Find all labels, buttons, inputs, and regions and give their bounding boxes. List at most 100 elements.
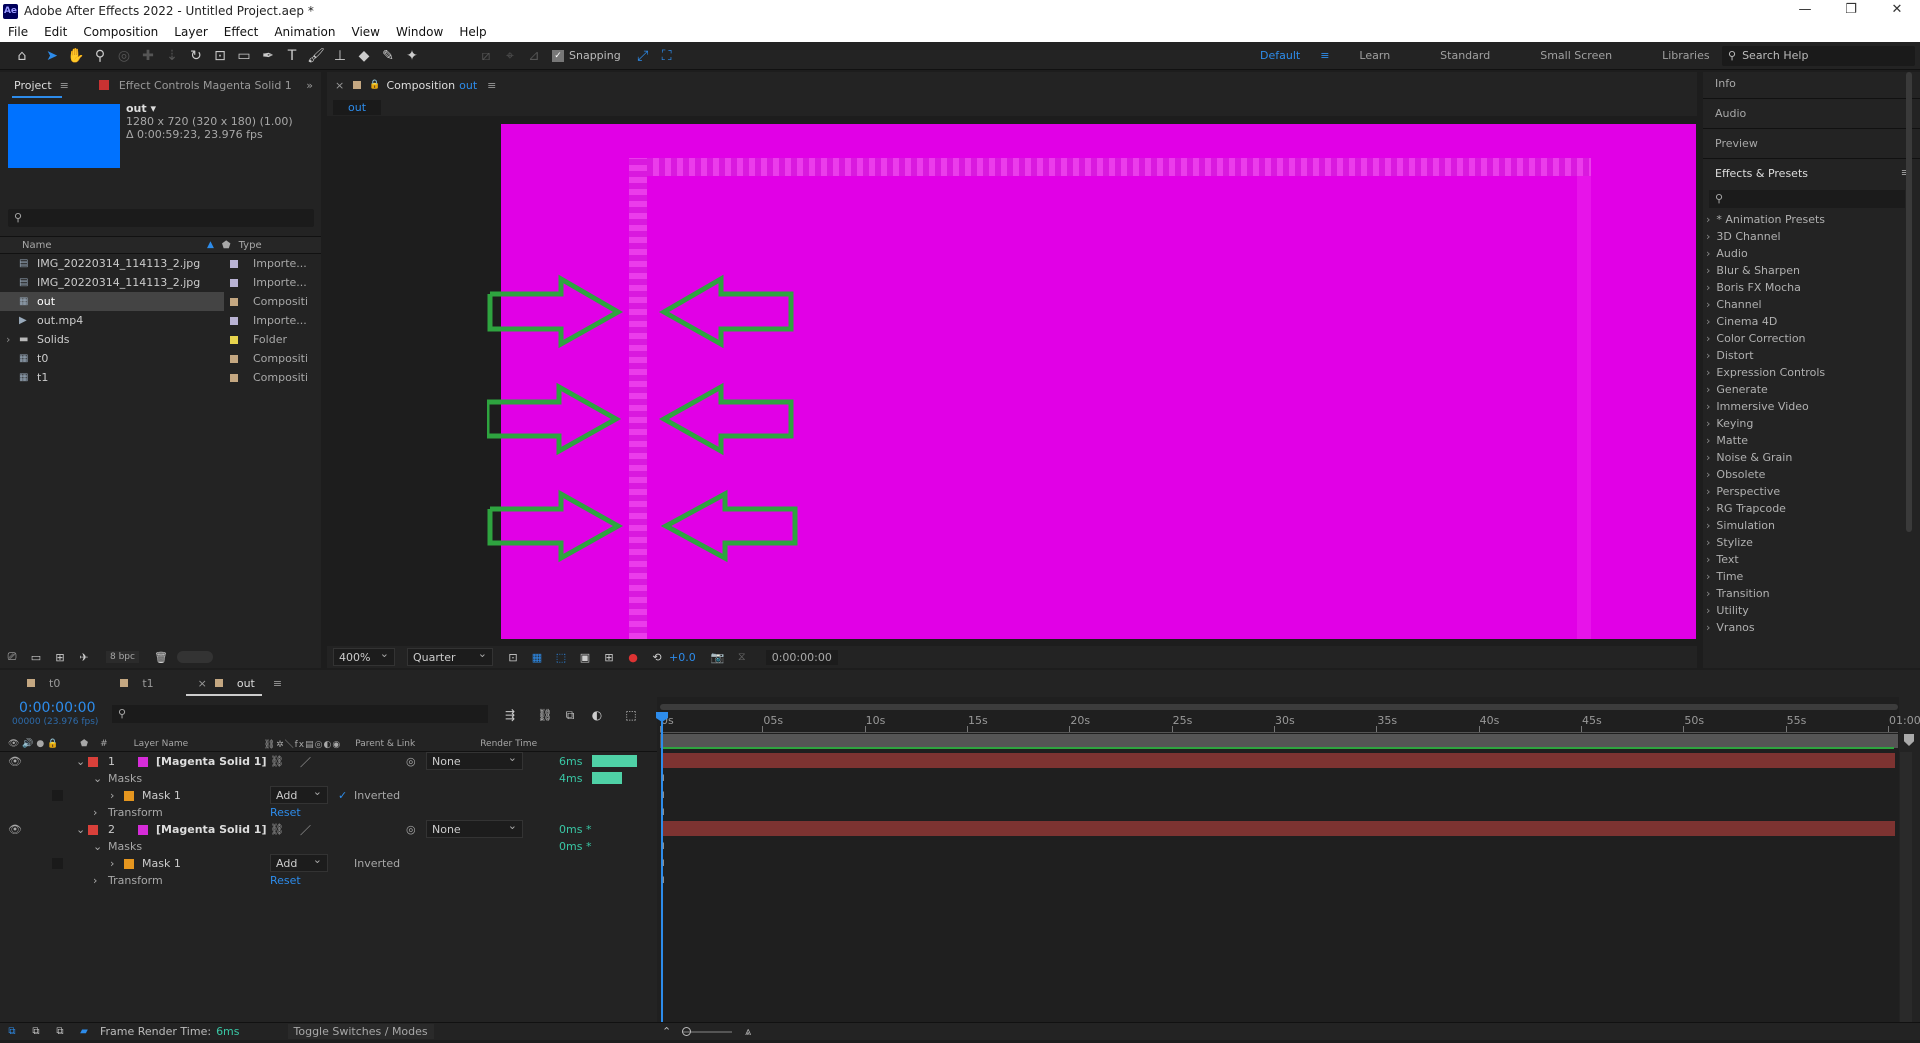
expand-icon[interactable]: › [6, 333, 10, 346]
preview-panel-tab[interactable]: Preview [1715, 137, 1758, 150]
expand-modes-icon[interactable]: ⧉ [24, 1021, 48, 1043]
type-tool-icon[interactable]: T [280, 45, 304, 67]
eye-icon[interactable]: 👁 [8, 823, 22, 836]
work-area-bar[interactable] [660, 704, 1898, 710]
project-item-label[interactable] [230, 354, 238, 363]
panel-overflow-icon[interactable]: » [306, 79, 313, 92]
project-item-label[interactable] [230, 335, 238, 344]
menu-effect[interactable]: Effect [216, 25, 267, 39]
project-item-label[interactable] [230, 259, 238, 268]
audio-panel-tab[interactable]: Audio [1715, 107, 1746, 120]
panel-menu-icon[interactable]: ≡ [487, 79, 496, 92]
toggle-switches-modes[interactable]: Toggle Switches / Modes [287, 1024, 434, 1039]
inverted-checkbox[interactable] [338, 859, 348, 869]
project-item[interactable]: ▶ out.mp4 Importe...E [0, 311, 321, 330]
clone-stamp-tool-icon[interactable]: ⊥ [328, 45, 352, 67]
expand-layer-switches-icon[interactable]: ⧉ [0, 1021, 24, 1043]
home-icon[interactable]: ⌂ [10, 45, 34, 67]
effects-category[interactable]: Boris FX Mocha [1706, 281, 1800, 298]
mask-mode-dropdown[interactable]: Add [270, 785, 328, 804]
roto-brush-tool-icon[interactable]: ✎ [376, 45, 400, 67]
project-item-label[interactable] [230, 373, 238, 382]
menu-file[interactable]: File [0, 25, 36, 39]
mask-lock-box[interactable] [52, 858, 63, 869]
column-parent-link[interactable]: Parent & Link [355, 739, 480, 749]
tab-project[interactable]: Project [14, 79, 52, 92]
effects-category[interactable]: Audio [1706, 247, 1747, 264]
composition-mini-flowchart-icon[interactable]: ⇶ [498, 704, 522, 726]
timeline-tab-t0[interactable]: t0 [49, 677, 60, 690]
project-item-label[interactable] [230, 278, 238, 287]
workspace-small-screen[interactable]: Small Screen [1530, 49, 1622, 62]
timeline-tab-out[interactable]: out [237, 677, 255, 690]
quality-switch-icon[interactable]: ／ [300, 822, 311, 838]
effects-category[interactable]: Obsolete [1706, 468, 1765, 485]
expand-icon[interactable]: › [93, 806, 97, 819]
column-layer-name[interactable]: Layer Name [134, 739, 264, 749]
project-item[interactable]: ▦ t0 Compositi [0, 349, 321, 368]
pickwhip-icon[interactable]: ◎ [406, 755, 416, 768]
snapping-checkbox[interactable]: ✓ [552, 49, 564, 62]
menu-edit[interactable]: Edit [36, 25, 75, 39]
parent-dropdown[interactable]: None [426, 819, 523, 838]
tab-effect-controls[interactable]: Effect Controls Magenta Solid 1 [119, 79, 292, 92]
mask-visibility-icon[interactable]: ⬚ [549, 646, 573, 668]
project-item[interactable]: ▦ t1 Compositi [0, 368, 321, 387]
graph-editor-icon[interactable]: ⬚ [619, 704, 643, 726]
restore-button[interactable]: ❐ [1828, 0, 1874, 22]
frame-blending-icon[interactable]: ◐ [585, 704, 609, 726]
effects-category[interactable]: 3D Channel [1706, 230, 1780, 247]
selected-item-name[interactable]: out ▾ [126, 102, 293, 115]
menu-window[interactable]: Window [388, 25, 451, 39]
menu-layer[interactable]: Layer [166, 25, 215, 39]
effects-category[interactable]: Cinema 4D [1706, 315, 1777, 332]
grid-guides-icon[interactable]: ⊞ [597, 646, 621, 668]
mask-color-swatch[interactable] [124, 858, 134, 869]
collapse-icon[interactable]: ⌄ [76, 823, 85, 836]
effects-category[interactable]: Noise & Grain [1706, 451, 1792, 468]
workspace-libraries[interactable]: Libraries [1652, 49, 1720, 62]
exposure-value[interactable]: +0.0 [669, 651, 696, 664]
column-render-time[interactable]: Render Time [480, 739, 537, 749]
effects-category[interactable]: Stylize [1706, 536, 1752, 553]
layer-name[interactable]: [Magenta Solid 1] [156, 755, 266, 768]
expand-icon[interactable]: › [93, 874, 97, 887]
composition-tab-prefix[interactable]: Composition [386, 79, 455, 92]
eraser-tool-icon[interactable]: ◆ [352, 45, 376, 67]
close-tab-icon[interactable]: × [335, 79, 344, 92]
rotate-tool-icon[interactable]: ↻ [184, 45, 208, 67]
effects-category[interactable]: Matte [1706, 434, 1748, 451]
current-time-display[interactable]: 0:00:00:00 [19, 700, 96, 716]
effects-presets-title[interactable]: Effects & Presets [1715, 167, 1808, 180]
work-area-range[interactable] [660, 734, 1898, 748]
expand-icon[interactable]: › [110, 789, 114, 802]
inverted-checkbox[interactable]: ✓ [338, 790, 348, 801]
timeline-tab-t1[interactable]: t1 [142, 677, 153, 690]
collapse-icon[interactable]: ⌄ [76, 755, 85, 768]
snap-features-icon[interactable]: ⛶ [655, 45, 679, 67]
transparency-grid-icon[interactable]: ▦ [525, 646, 549, 668]
workspace-default[interactable]: Default [1250, 49, 1310, 62]
draft-3d-icon[interactable]: ⛓ [533, 704, 557, 726]
snapshot-icon[interactable]: 📷 [706, 646, 730, 668]
shy-switch-icon[interactable]: ⛓ [270, 823, 284, 836]
effects-category[interactable]: Perspective [1706, 485, 1780, 502]
axis-local-icon[interactable]: ⧄ [474, 45, 498, 67]
interpret-footage-icon[interactable]: ⎚ [0, 646, 24, 668]
info-panel-tab[interactable]: Info [1715, 77, 1736, 90]
fast-previews-icon[interactable]: ⊡ [501, 646, 525, 668]
timeline-search-input[interactable]: ⚲ [112, 705, 488, 723]
effects-category[interactable]: Color Correction [1706, 332, 1805, 349]
effects-category[interactable]: Immersive Video [1706, 400, 1808, 417]
bpc-button[interactable]: 8 bpc [106, 651, 139, 663]
expand-icon[interactable]: › [110, 857, 114, 870]
parent-dropdown[interactable]: None [426, 751, 523, 770]
collapse-icon[interactable]: ⌄ [93, 772, 102, 785]
eye-icon[interactable]: 👁 [8, 755, 22, 768]
effects-category[interactable]: Expression Controls [1706, 366, 1825, 383]
new-composition-icon[interactable]: ⊞ [48, 646, 72, 668]
layer-bar-1[interactable] [663, 753, 1895, 768]
layer-label-color[interactable] [88, 824, 98, 835]
thumbnail-slider[interactable] [176, 651, 213, 663]
reset-exposure-icon[interactable]: ⟲ [645, 646, 669, 668]
